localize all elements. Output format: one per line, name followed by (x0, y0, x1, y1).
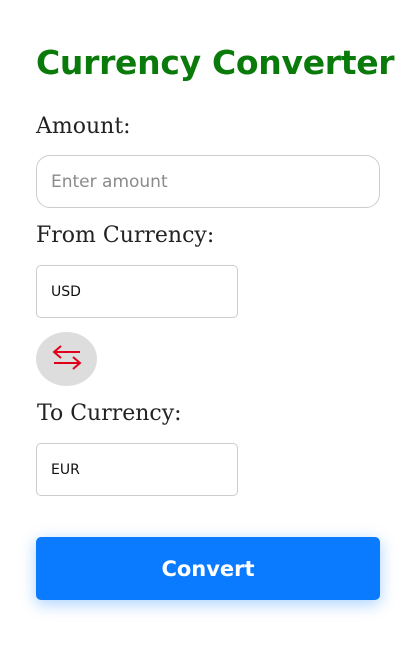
to-currency-select[interactable]: EUR (36, 443, 238, 496)
to-currency-value: EUR (51, 461, 80, 478)
from-currency-value: USD (51, 283, 81, 300)
swap-arrows-icon (51, 343, 83, 376)
from-currency-select[interactable]: USD (36, 265, 238, 318)
swap-currencies-button[interactable] (36, 332, 97, 386)
to-currency-label: To Currency: (37, 401, 182, 426)
convert-button[interactable]: Convert (36, 537, 380, 600)
amount-input[interactable] (36, 155, 380, 208)
amount-label: Amount: (36, 114, 131, 139)
page-title: Currency Converter (36, 43, 395, 82)
from-currency-label: From Currency: (36, 223, 215, 248)
